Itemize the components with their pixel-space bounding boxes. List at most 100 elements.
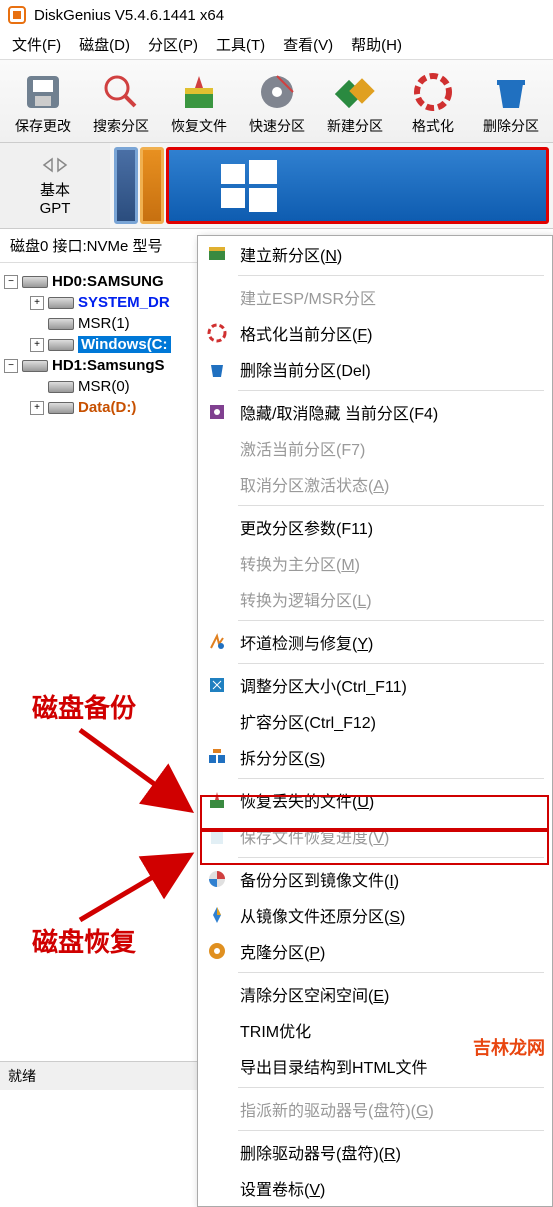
arrow-restore: [70, 840, 210, 930]
format-icon: [411, 70, 455, 114]
ctx-label: 隐藏/取消隐藏 当前分区(F4): [240, 400, 438, 424]
ctx-item-5: 激活当前分区(F7): [198, 430, 552, 466]
menu-separator: [238, 1130, 544, 1131]
menu-file[interactable]: 文件(F): [12, 34, 61, 55]
menu-separator: [238, 505, 544, 506]
ctx-icon: [206, 710, 228, 732]
nav-arrows-icon[interactable]: [38, 155, 72, 175]
disk-type: 基本: [40, 179, 70, 200]
ctx-icon: [206, 516, 228, 538]
ctx-label: 清除分区空闲空间(E): [240, 982, 389, 1006]
ctx-item-16[interactable]: 备份分区到镜像文件(I): [198, 861, 552, 897]
ctx-icon: [206, 631, 228, 653]
ctx-icon: [206, 401, 228, 423]
disk-scheme: GPT: [40, 200, 71, 217]
ctx-icon: [206, 1019, 228, 1041]
ctx-item-1: 建立ESP/MSR分区: [198, 279, 552, 315]
ctx-item-22: 指派新的驱动器号(盘符)(G): [198, 1091, 552, 1127]
new-partition-icon: [333, 70, 377, 114]
ctx-item-4[interactable]: 隐藏/取消隐藏 当前分区(F4): [198, 394, 552, 430]
ctx-item-17[interactable]: 从镜像文件还原分区(S): [198, 897, 552, 933]
highlight-box-backup: [200, 795, 549, 830]
ctx-item-11[interactable]: 调整分区大小(Ctrl_F11): [198, 667, 552, 703]
highlight-box-restore: [200, 830, 549, 865]
ctx-item-24[interactable]: 设置卷标(V): [198, 1170, 552, 1206]
save-icon: [21, 70, 65, 114]
disk-icon: [22, 360, 48, 372]
ctx-item-8: 转换为主分区(M): [198, 545, 552, 581]
ctx-icon: [206, 552, 228, 574]
title-bar: DiskGenius V5.4.6.1441 x64: [0, 0, 553, 30]
menu-disk[interactable]: 磁盘(D): [79, 34, 130, 55]
partition-bars[interactable]: [110, 143, 553, 228]
ctx-item-19[interactable]: 清除分区空闲空间(E): [198, 976, 552, 1012]
menu-tools[interactable]: 工具(T): [216, 34, 265, 55]
menu-separator: [238, 390, 544, 391]
recover-icon: [177, 70, 221, 114]
tree-toggle[interactable]: −: [4, 359, 18, 373]
menu-view[interactable]: 查看(V): [283, 34, 333, 55]
ctx-icon: [206, 904, 228, 926]
ctx-label: 激活当前分区(F7): [240, 436, 365, 460]
partition-bar-windows[interactable]: [166, 147, 549, 224]
partition-icon: [48, 402, 74, 414]
toolbar-search[interactable]: 搜索分区: [82, 68, 160, 138]
ctx-item-12[interactable]: 扩容分区(Ctrl_F12): [198, 703, 552, 739]
context-menu: 建立新分区(N) 建立ESP/MSR分区格式化当前分区(F) 删除当前分区(Del)…: [197, 235, 553, 1207]
window-title: DiskGenius V5.4.6.1441 x64: [34, 7, 224, 24]
menu-separator: [238, 972, 544, 973]
ctx-label: 建立新分区(N): [240, 242, 342, 266]
menu-separator: [238, 1087, 544, 1088]
tree-toggle[interactable]: +: [30, 296, 44, 310]
toolbar-quick[interactable]: 快速分区: [238, 68, 316, 138]
ctx-icon: [206, 983, 228, 1005]
ctx-label: TRIM优化: [240, 1018, 311, 1042]
ctx-icon: [206, 473, 228, 495]
toolbar-delete[interactable]: 删除分区: [472, 68, 550, 138]
ctx-icon: [206, 1055, 228, 1077]
ctx-item-18[interactable]: 克隆分区(P): [198, 933, 552, 969]
partition-icon: [48, 297, 74, 309]
menu-help[interactable]: 帮助(H): [351, 34, 402, 55]
ctx-item-3[interactable]: 删除当前分区(Del): [198, 351, 552, 387]
search-icon: [99, 70, 143, 114]
ctx-icon: [206, 588, 228, 610]
ctx-label: 删除当前分区(Del): [240, 357, 371, 381]
ctx-label: 更改分区参数(F11): [240, 515, 373, 539]
menu-separator: [238, 778, 544, 779]
ctx-item-7[interactable]: 更改分区参数(F11): [198, 509, 552, 545]
ctx-label: 调整分区大小(Ctrl_F11): [240, 673, 407, 697]
ctx-label: 建立ESP/MSR分区: [240, 285, 376, 309]
toolbar-new[interactable]: 新建分区: [316, 68, 394, 138]
ctx-item-13[interactable]: 拆分分区(S): [198, 739, 552, 775]
toolbar-save[interactable]: 保存更改: [4, 68, 82, 138]
menu-separator: [238, 275, 544, 276]
ctx-icon: [206, 437, 228, 459]
partition-bar-system[interactable]: [114, 147, 138, 224]
partition-icon: [48, 381, 74, 393]
ctx-item-0[interactable]: 建立新分区(N): [198, 236, 552, 272]
tree-toggle[interactable]: +: [30, 338, 44, 352]
ctx-item-23[interactable]: 删除驱动器号(盘符)(R): [198, 1134, 552, 1170]
ctx-item-10[interactable]: 坏道检测与修复(Y): [198, 624, 552, 660]
disk-visualization: 基本 GPT: [0, 143, 553, 229]
ctx-icon: [206, 674, 228, 696]
ctx-icon: [206, 322, 228, 344]
tree-toggle[interactable]: −: [4, 275, 18, 289]
ctx-icon: [206, 868, 228, 890]
ctx-label: 删除驱动器号(盘符)(R): [240, 1140, 401, 1164]
menu-bar: 文件(F) 磁盘(D) 分区(P) 工具(T) 查看(V) 帮助(H): [0, 30, 553, 59]
toolbar-format[interactable]: 格式化: [394, 68, 472, 138]
partition-bar-msr[interactable]: [140, 147, 164, 224]
partition-icon: [48, 339, 74, 351]
partition-icon: [48, 318, 74, 330]
ctx-label: 转换为逻辑分区(L): [240, 587, 372, 611]
toolbar-recover[interactable]: 恢复文件: [160, 68, 238, 138]
disk-icon: [22, 276, 48, 288]
ctx-label: 拆分分区(S): [240, 745, 325, 769]
toolbar: 保存更改 搜索分区 恢复文件 快速分区 新建分区 格式化 删除分区: [0, 59, 553, 143]
tree-toggle[interactable]: +: [30, 401, 44, 415]
menu-partition[interactable]: 分区(P): [148, 34, 198, 55]
ctx-item-2[interactable]: 格式化当前分区(F): [198, 315, 552, 351]
ctx-label: 设置卷标(V): [240, 1176, 325, 1200]
